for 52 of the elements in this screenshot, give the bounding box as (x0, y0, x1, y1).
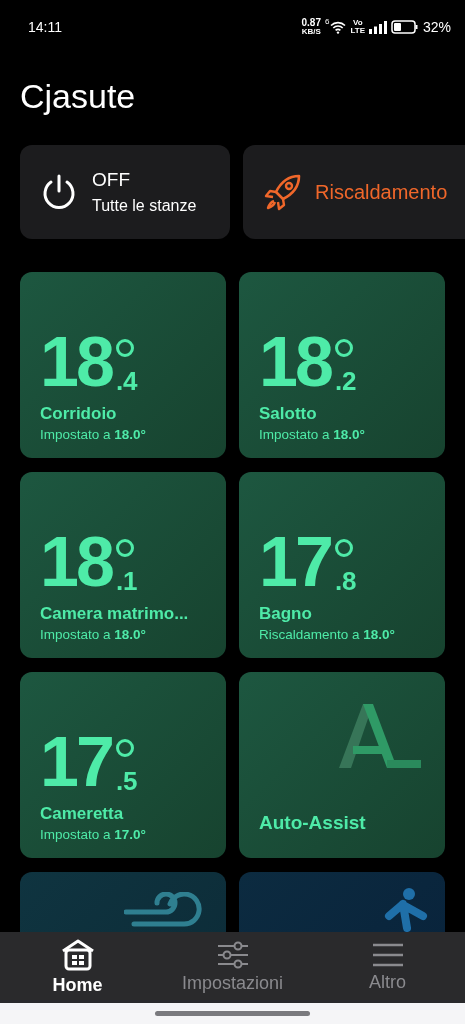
temperature-decimal: .5 (115, 770, 138, 792)
room-name: Bagno (259, 604, 313, 624)
degree-icon (115, 739, 134, 757)
degree-icon (115, 339, 134, 357)
page-title: Cjasute (20, 76, 137, 116)
temperature-value: 18 (259, 332, 331, 392)
home-icon (60, 939, 95, 971)
tile-label: Auto-Assist (259, 812, 367, 834)
nav-tab[interactable]: Altro (310, 932, 465, 1003)
battery-icon (390, 20, 419, 34)
temperature-value: 17 (259, 532, 331, 592)
degree-icon (334, 339, 353, 357)
battery-percent: 32% (422, 19, 451, 35)
room-tile[interactable]: 17.5 Cameretta Impostato a 17.0° (20, 672, 226, 858)
room-tile[interactable]: 18.1 Camera matrimo... Impostato a 18.0° (20, 472, 226, 658)
room-setpoint: Impostato a 18.0° (40, 627, 147, 642)
temperature-decimal: .2 (334, 370, 357, 392)
network-speed: 0.87 KB/S (301, 18, 321, 36)
room-name: Corridoio (40, 404, 118, 424)
wifi-icon (330, 20, 347, 34)
signal-icon (368, 20, 387, 34)
room-setpoint: Impostato a 18.0° (259, 427, 366, 442)
gesture-handle[interactable] (155, 1011, 310, 1016)
degree-icon (115, 539, 134, 557)
temperature-value: 18 (40, 532, 112, 592)
room-setpoint: Impostato a 17.0° (40, 827, 147, 842)
degree-icon (334, 539, 353, 557)
status-time: 14:11 (28, 19, 62, 35)
sliders-icon (216, 941, 249, 969)
temperature-decimal: .1 (115, 570, 138, 592)
temperature-decimal: .8 (334, 570, 357, 592)
boost-button[interactable]: Riscaldamento (243, 145, 465, 239)
power-button[interactable]: OFF Tutte le stanze (20, 145, 230, 239)
temperature-value: 17 (40, 732, 112, 792)
room-name: Cameretta (40, 804, 125, 824)
nav-tab[interactable]: Home (0, 932, 155, 1003)
temperature-value: 18 (40, 332, 112, 392)
wifi-label: 6 (325, 16, 330, 26)
room-name: Salotto (259, 404, 318, 424)
rocket-icon (263, 172, 303, 212)
room-tile[interactable]: 17.8 Bagno Riscaldamento a 18.0° (239, 472, 445, 658)
menu-icon (371, 942, 404, 968)
letter-logo-icon (337, 702, 423, 770)
room-setpoint: Riscaldamento a 18.0° (259, 627, 396, 642)
volte-label: Vo LTE (350, 19, 365, 35)
temperature-decimal: .4 (115, 370, 138, 392)
room-tile[interactable]: 18.4 Corridoio Impostato a 18.0° (20, 272, 226, 458)
room-name: Camera matrimo... (40, 604, 190, 624)
nav-tab[interactable]: Impostazioni (155, 932, 310, 1003)
room-setpoint: Impostato a 18.0° (40, 427, 147, 442)
auto-assist-tile[interactable]: Auto-Assist (239, 672, 445, 858)
room-tile[interactable]: 18.2 Salotto Impostato a 18.0° (239, 272, 445, 458)
